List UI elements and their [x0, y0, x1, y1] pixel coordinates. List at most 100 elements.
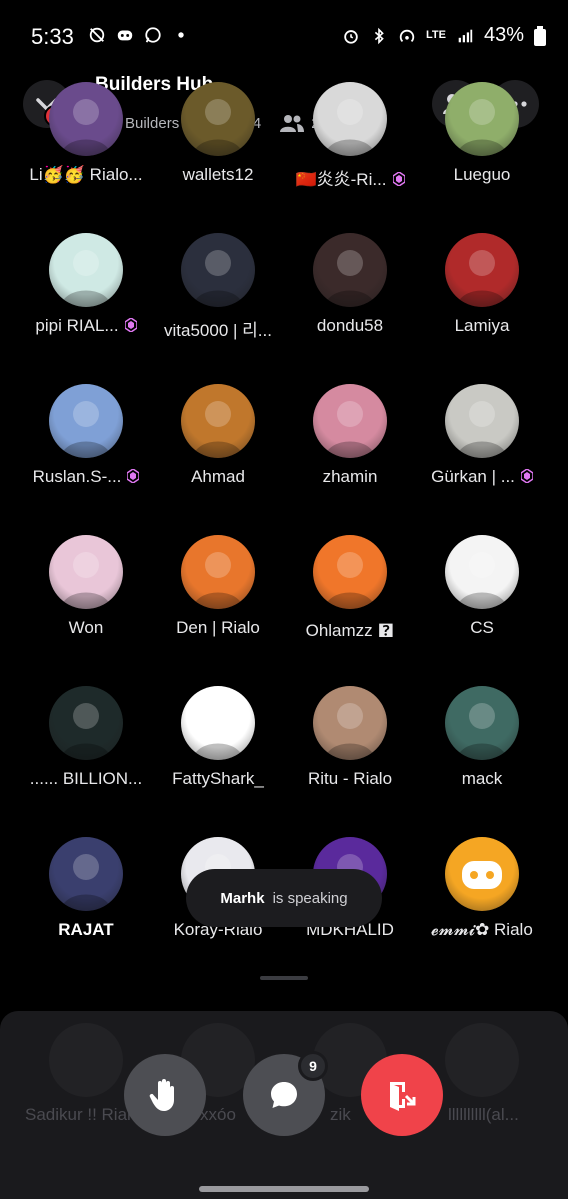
- participant-name: Ritu - Rialo: [278, 769, 422, 789]
- participant-name-text: Ritu - Rialo: [307, 769, 393, 788]
- participant-tile[interactable]: Li🥳🥳 Rialo...: [20, 82, 152, 222]
- participant-tile[interactable]: FattyShark_: [152, 686, 284, 826]
- ghost-avatar: [445, 1023, 519, 1097]
- participant-name: Lueguo: [410, 165, 554, 185]
- avatar-image: [457, 552, 507, 609]
- participant-tile[interactable]: Lamiya: [416, 233, 548, 373]
- status-right-icons: LTE 43%: [342, 24, 546, 47]
- participant-tile[interactable]: vita5000 | 리...: [152, 233, 284, 373]
- avatar-image: [325, 703, 375, 760]
- hand-icon: [149, 1079, 174, 1111]
- ghost-name: xxóo: [200, 1105, 236, 1124]
- participant-name: dondu58: [278, 316, 422, 336]
- participant-name: ...... BILLION...: [14, 769, 158, 789]
- avatar-image: [193, 99, 243, 156]
- avatar-image: [193, 703, 243, 760]
- participant-name: Lamiya: [410, 316, 554, 336]
- ghost-avatar: [49, 1023, 123, 1097]
- participant-tile[interactable]: Won: [20, 535, 152, 675]
- participant-tile[interactable]: 🇨🇳炎炎-Ri...: [284, 82, 416, 222]
- raise-hand-button[interactable]: [124, 1054, 206, 1136]
- participant-tile[interactable]: mack: [416, 686, 548, 826]
- participant-tile[interactable]: ...... BILLION...: [20, 686, 152, 826]
- ghost-name: llllllllll(al...: [448, 1105, 519, 1124]
- participant-tile[interactable]: dondu58: [284, 233, 416, 373]
- participant-name-text: RAJAT: [58, 920, 114, 939]
- avatar-image: [61, 250, 111, 307]
- participant-tile[interactable]: 𝓮𝓶𝓶𝓲✿ Rialo: [416, 837, 548, 977]
- participant-name: Gürkan | ...: [410, 467, 554, 487]
- avatar: [49, 837, 123, 911]
- avatar-image: [61, 401, 111, 458]
- avatar: [49, 384, 123, 458]
- boost-gem-icon: [126, 468, 141, 484]
- hotspot-icon: [399, 29, 415, 42]
- avatar: [313, 384, 387, 458]
- participant-name-text: wallets12: [182, 165, 254, 184]
- avatar-image: [193, 401, 243, 458]
- participant-name-text: Won: [68, 618, 104, 637]
- participant-tile[interactable]: zhamin: [284, 384, 416, 524]
- leave-stage-button[interactable]: [361, 1054, 443, 1136]
- participant-name-text: CS: [470, 618, 494, 637]
- participant-tile[interactable]: CS: [416, 535, 548, 675]
- bluetooth-icon: [374, 27, 384, 44]
- chat-unread-badge: 9: [298, 1051, 328, 1081]
- participant-grid: Li🥳🥳 Rialo... wallets12 🇨🇳炎炎-Ri... Lueguo pi…: [0, 82, 568, 1000]
- home-indicator[interactable]: [199, 1186, 369, 1192]
- participant-tile[interactable]: wallets12: [152, 82, 284, 222]
- participant-tile[interactable]: Den | Rialo: [152, 535, 284, 675]
- avatar: [181, 535, 255, 609]
- avatar: [49, 535, 123, 609]
- participant-name: RAJAT: [14, 920, 158, 940]
- avatar: [313, 686, 387, 760]
- participant-tile[interactable]: Ritu - Rialo: [284, 686, 416, 826]
- discord-icon: [117, 30, 133, 41]
- participant-name: Ruslan.S-...: [14, 467, 158, 487]
- avatar: [445, 384, 519, 458]
- avatar-image: [325, 250, 375, 307]
- participant-name: vita5000 | 리...: [146, 316, 290, 341]
- whatsapp-icon: [145, 27, 161, 43]
- avatar: [181, 82, 255, 156]
- lte-icon: LTE: [426, 29, 446, 41]
- participant-tile[interactable]: Gürkan | ...: [416, 384, 548, 524]
- signal-icon: [458, 29, 473, 42]
- avatar: [445, 535, 519, 609]
- avatar-image: [61, 854, 111, 911]
- avatar-image: [457, 99, 507, 156]
- participant-name-text: Gürkan | ...: [431, 467, 515, 486]
- avatar: [445, 686, 519, 760]
- avatar-image: [325, 401, 375, 458]
- participant-name-text: ...... BILLION...: [29, 769, 143, 788]
- status-left-icons: [88, 26, 190, 44]
- avatar: [445, 837, 519, 911]
- participant-name-text: 𝓮𝓶𝓶𝓲✿ Rialo: [431, 920, 533, 939]
- participant-tile[interactable]: Ahmad: [152, 384, 284, 524]
- participant-tile[interactable]: pipi RIAL...: [20, 233, 152, 373]
- participant-tile[interactable]: Lueguo: [416, 82, 548, 222]
- participant-name: FattyShark_: [146, 769, 290, 789]
- participant-name: pipi RIAL...: [14, 316, 158, 336]
- avatar: [181, 686, 255, 760]
- speaking-user: Marhk: [220, 889, 265, 907]
- avatar: [313, 535, 387, 609]
- eye-off-icon: [89, 27, 105, 43]
- participant-name: Li🥳🥳 Rialo...: [14, 165, 158, 185]
- participant-name: Ahmad: [146, 467, 290, 487]
- battery-percent: 43%: [483, 24, 524, 46]
- ghost-name: Sadikur !! Rialo: [25, 1105, 141, 1124]
- leave-door-icon: [390, 1082, 416, 1111]
- ghost-name: zik: [330, 1105, 351, 1124]
- avatar-image: [61, 703, 111, 760]
- participant-name-text: Lamiya: [454, 316, 510, 335]
- participant-tile[interactable]: Ruslan.S-...: [20, 384, 152, 524]
- avatar: [313, 233, 387, 307]
- participant-name-text: pipi RIAL...: [35, 316, 119, 335]
- participant-tile[interactable]: RAJAT: [20, 837, 152, 977]
- dot-icon: [178, 32, 184, 38]
- status-time: 5:33: [31, 24, 74, 49]
- participant-tile[interactable]: Ohlamzz 🯄: [284, 535, 416, 675]
- boost-gem-icon: [123, 317, 138, 333]
- drag-handle[interactable]: [260, 976, 308, 980]
